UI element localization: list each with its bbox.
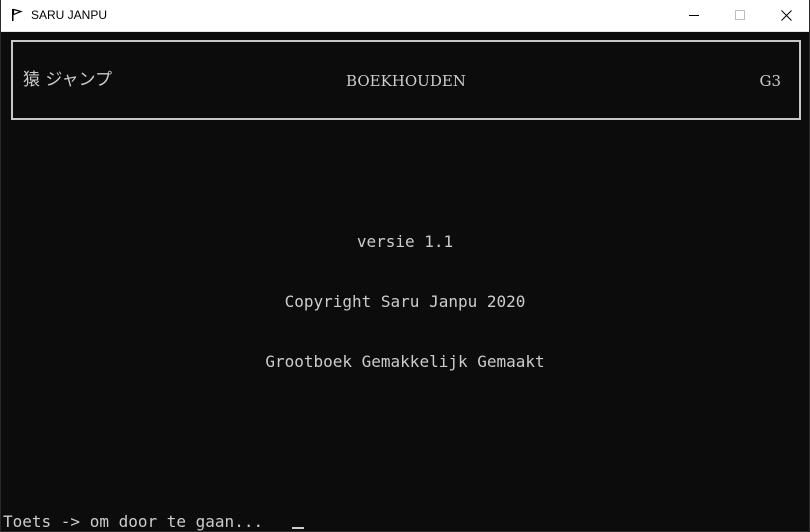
screen-code: G3: [759, 72, 781, 90]
flag-icon: [12, 8, 23, 21]
window-title: SARU JANPU: [31, 8, 108, 22]
title-bar[interactable]: SARU JANPU: [1, 0, 809, 32]
version-text: versie 1.1: [356, 232, 454, 251]
terminal-area[interactable]: 猿 ジャンプ BOEKHOUDEN G3 versie 1.1 Copyrigh…: [1, 31, 809, 531]
copyright-text: Copyright Saru Janpu 2020: [284, 292, 526, 311]
close-icon: [780, 9, 792, 21]
tagline-text: Grootboek Gemakkelijk Gemaakt: [265, 352, 545, 371]
minimize-button[interactable]: [671, 0, 717, 30]
app-title: BOEKHOUDEN: [346, 72, 466, 90]
continue-prompt: Toets -> om door te gaan...: [3, 512, 264, 531]
header-box: 猿 ジャンプ BOEKHOUDEN G3: [11, 40, 801, 120]
text-cursor: [292, 527, 304, 529]
minimize-icon: [689, 15, 699, 16]
maximize-icon: [735, 10, 745, 20]
maximize-button[interactable]: [717, 0, 763, 30]
console-window: SARU JANPU 猿 ジャンプ BOEKHOUDEN G3 versie 1…: [0, 0, 810, 532]
close-button[interactable]: [763, 0, 809, 30]
